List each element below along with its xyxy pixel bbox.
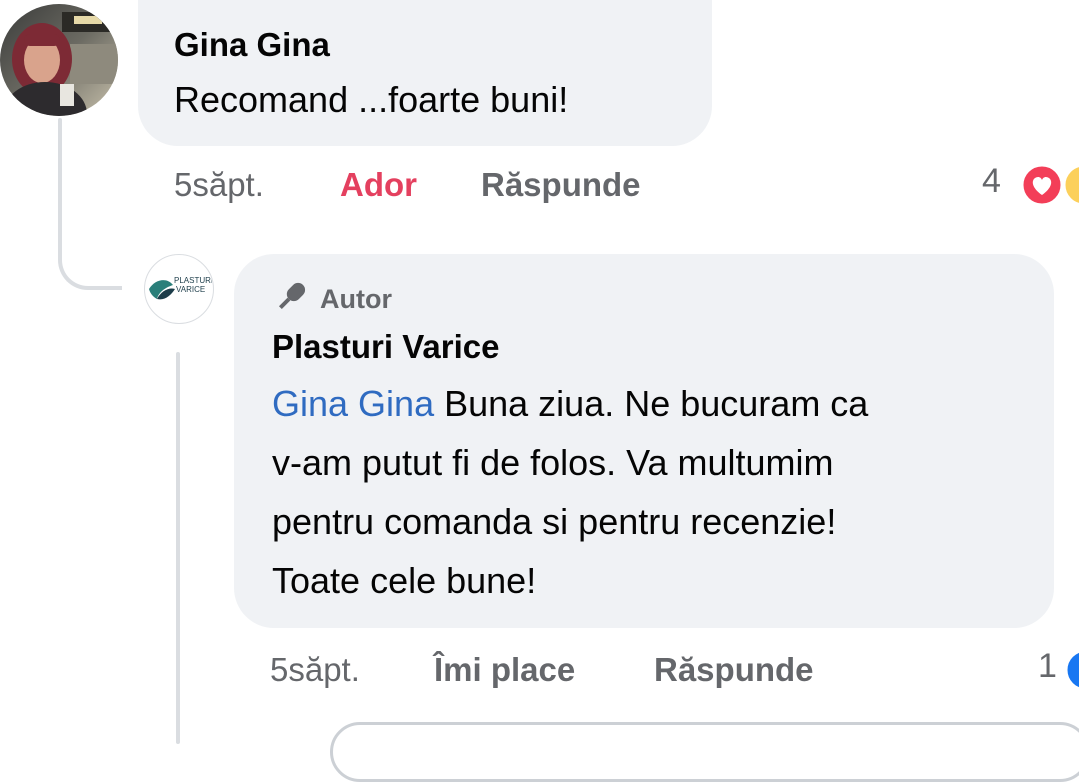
like-reaction-icon[interactable] — [1064, 648, 1079, 692]
avatar[interactable] — [0, 4, 118, 116]
svg-text:PLASTURI: PLASTURI — [174, 276, 212, 285]
comment-time[interactable]: 5săpt. — [174, 166, 264, 204]
reaction-count[interactable]: 1 — [1038, 647, 1057, 686]
thread-line-reply — [176, 352, 180, 744]
reply-text-line: v-am putut fi de folos. Va multumim — [272, 442, 834, 483]
svg-text:VARICE: VARICE — [176, 285, 205, 294]
page-avatar[interactable]: PLASTURI VARICE — [144, 254, 214, 324]
reply-button[interactable]: Răspunde — [654, 651, 814, 689]
comment-author[interactable]: Gina Gina — [174, 26, 330, 64]
reply-text-line: Buna ziua. Ne bucuram ca — [434, 383, 869, 424]
reaction-count[interactable]: 4 — [982, 162, 1001, 201]
author-badge-label: Autor — [320, 284, 392, 314]
profile-photo — [0, 4, 118, 116]
plasturi-logo-icon: PLASTURI VARICE — [149, 276, 213, 300]
microphone-icon — [272, 278, 310, 321]
reply-text: Gina Gina Buna ziua. Ne bucuram ca v-am … — [272, 374, 1042, 610]
love-reaction-icon[interactable] — [1020, 163, 1064, 207]
author-badge: Autor — [272, 278, 392, 321]
reply-time[interactable]: 5săpt. — [270, 651, 360, 689]
haha-reaction-icon — [1062, 163, 1079, 207]
reply-button[interactable]: Răspunde — [481, 166, 641, 204]
like-button[interactable]: Îmi place — [434, 651, 575, 689]
reply-author[interactable]: Plasturi Varice — [272, 328, 499, 366]
thread-connector — [58, 230, 122, 290]
mention-link[interactable]: Gina Gina — [272, 383, 434, 424]
reply-text-line: pentru comanda si pentru recenzie! — [272, 501, 837, 542]
reaction-button[interactable]: Ador — [340, 166, 417, 204]
reply-text-line: Toate cele bune! — [272, 560, 537, 601]
comment-text: Recomand ...foarte buni! — [174, 79, 569, 120]
reply-input[interactable] — [330, 722, 1079, 782]
